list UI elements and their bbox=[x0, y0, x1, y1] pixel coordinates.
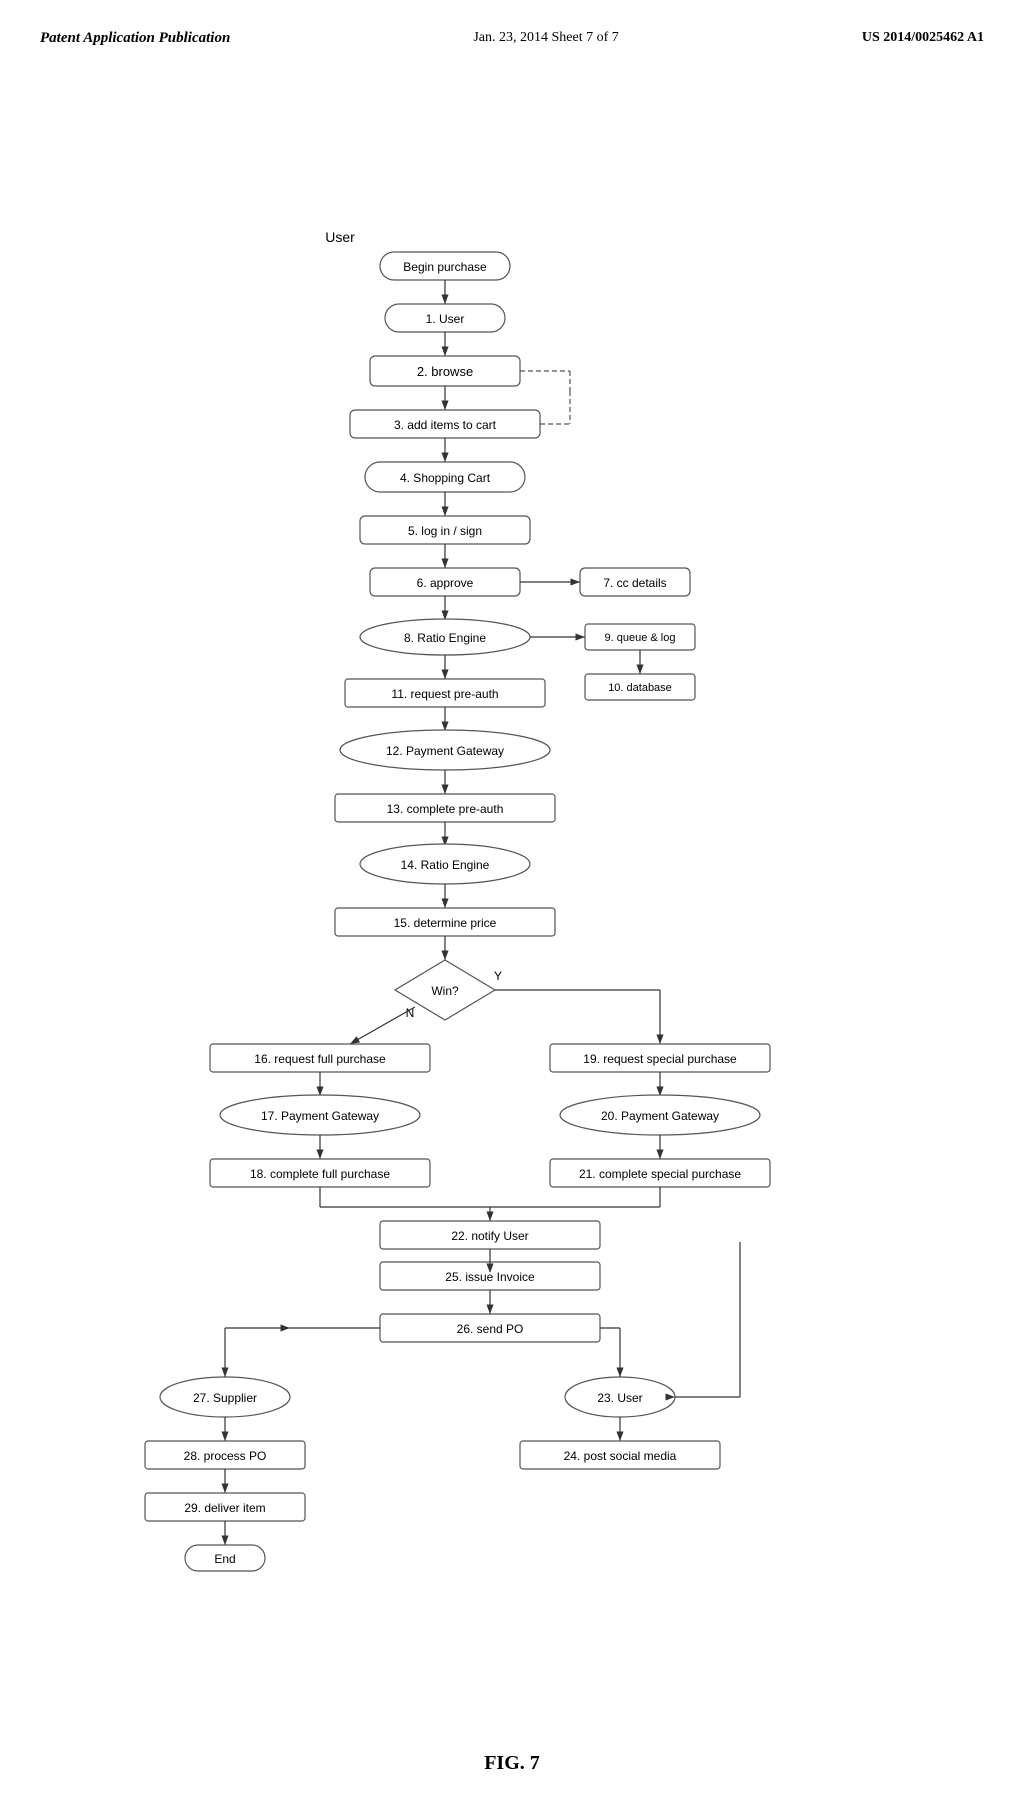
node-6: 6. approve bbox=[417, 576, 474, 590]
node-4: 4. Shopping Cart bbox=[400, 471, 491, 485]
node-2: 2. browse bbox=[417, 364, 473, 379]
node-7: 7. cc details bbox=[603, 576, 666, 590]
node-26: 26. send PO bbox=[457, 1322, 524, 1336]
page-header: Patent Application Publication Jan. 23, … bbox=[40, 30, 984, 52]
user-label: User bbox=[325, 229, 355, 245]
header-left: Patent Application Publication bbox=[40, 30, 230, 47]
node-3: 3. add items to cart bbox=[394, 418, 497, 432]
node-8: 8. Ratio Engine bbox=[404, 631, 486, 645]
node-1: 1. User bbox=[426, 312, 465, 326]
node-15: 15. determine price bbox=[394, 916, 497, 930]
node-23: 23. User bbox=[597, 1391, 642, 1405]
node-5: 5. log in / sign bbox=[408, 524, 482, 538]
flowchart-svg-lower: 25. issue Invoice 26. send PO 27. Suppli… bbox=[40, 1242, 1000, 1742]
node-11: 11. request pre-auth bbox=[391, 687, 498, 701]
win-diamond: Win? bbox=[431, 984, 459, 998]
page: Patent Application Publication Jan. 23, … bbox=[0, 0, 1024, 1805]
flowchart-svg: User Begin purchase 1. User 2. browse 3.… bbox=[40, 72, 1000, 1272]
node-18: 18. complete full purchase bbox=[250, 1167, 390, 1181]
node-29: 29. deliver item bbox=[184, 1501, 265, 1515]
header-center: Jan. 23, 2014 Sheet 7 of 7 bbox=[473, 30, 618, 46]
node-10: 10. database bbox=[608, 682, 672, 694]
node-17: 17. Payment Gateway bbox=[261, 1109, 379, 1123]
node-22: 22. notify User bbox=[451, 1229, 528, 1243]
node-20: 20. Payment Gateway bbox=[601, 1109, 719, 1123]
node-25: 25. issue Invoice bbox=[445, 1270, 535, 1284]
node-27: 27. Supplier bbox=[193, 1391, 257, 1405]
node-24: 24. post social media bbox=[564, 1449, 677, 1463]
node-14: 14. Ratio Engine bbox=[401, 858, 490, 872]
begin-purchase-node: Begin purchase bbox=[403, 260, 487, 274]
end-node: End bbox=[214, 1552, 235, 1566]
node-21: 21. complete special purchase bbox=[579, 1167, 741, 1181]
node-9: 9. queue & log bbox=[605, 632, 676, 644]
node-16: 16. request full purchase bbox=[254, 1052, 386, 1066]
node-12: 12. Payment Gateway bbox=[386, 744, 504, 758]
win-y-label: Y bbox=[494, 969, 502, 983]
fig-label: FIG. 7 bbox=[40, 1752, 984, 1775]
header-right: US 2014/0025462 A1 bbox=[862, 30, 984, 46]
node-13: 13. complete pre-auth bbox=[387, 802, 504, 816]
diagram-lower: 25. issue Invoice 26. send PO 27. Suppli… bbox=[40, 1242, 984, 1742]
node-19: 19. request special purchase bbox=[583, 1052, 737, 1066]
node-28: 28. process PO bbox=[184, 1449, 267, 1463]
diagram-container: User Begin purchase 1. User 2. browse 3.… bbox=[40, 72, 984, 1272]
